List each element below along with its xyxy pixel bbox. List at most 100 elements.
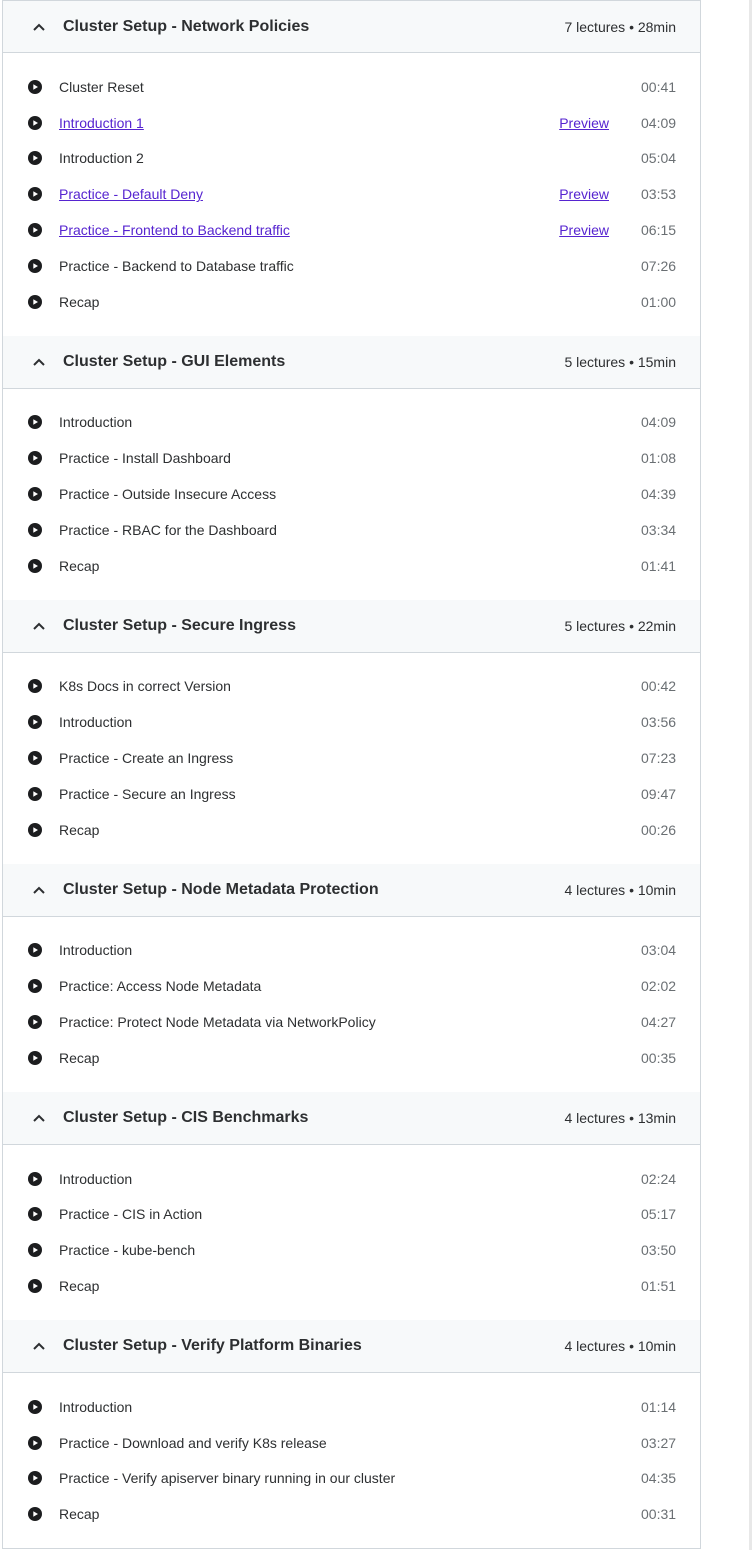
lecture-duration: 01:14 [641, 1398, 677, 1415]
lecture-title: Cluster Reset [59, 78, 144, 95]
lecture-duration: 07:23 [641, 750, 677, 767]
section-meta: 4 lectures • 10min [564, 881, 676, 898]
section-header[interactable]: Cluster Setup - CIS Benchmarks 4 lectures… [3, 1091, 700, 1145]
lecture-duration: 04:27 [641, 1014, 677, 1031]
lecture-title[interactable]: Practice - Default Deny [59, 186, 559, 202]
chevron-up-icon[interactable] [31, 19, 47, 35]
section-title: Cluster Setup - GUI Elements [63, 352, 286, 370]
chevron-up-icon[interactable] [31, 618, 47, 634]
lecture-title[interactable]: Practice - Frontend to Backend traffic [59, 222, 559, 238]
lecture-duration: 05:17 [641, 1206, 677, 1223]
section-meta: 4 lectures • 10min [564, 1337, 676, 1354]
lecture-duration: 07:26 [641, 257, 677, 274]
lecture-duration: 00:26 [641, 821, 677, 838]
lecture-title: K8s Docs in correct Version [59, 678, 231, 695]
lecture-title: Introduction [59, 1398, 133, 1415]
lecture-title[interactable]: Introduction 1 [59, 115, 559, 131]
play-circle-icon [28, 822, 42, 837]
section-meta: 5 lectures • 15min [564, 353, 676, 370]
lecture-item: Practice - CIS in Action 05:17 [3, 1197, 700, 1233]
lecture-title: Practice - Install Dashboard [59, 450, 231, 467]
lecture-list: Introduction 04:09 Practice - Install Dash… [3, 389, 700, 600]
section-header[interactable]: Cluster Setup - GUI Elements 5 lectures •… [3, 335, 700, 389]
preview-link[interactable]: Preview [559, 115, 609, 131]
lecture-item: Introduction 03:04 [3, 933, 700, 969]
lecture-item: Introduction 01:14 [3, 1389, 700, 1425]
chevron-up-icon[interactable] [31, 1110, 47, 1126]
chevron-up-icon[interactable] [31, 354, 47, 370]
lecture-item: Practice - Download and verify K8s relea… [3, 1425, 700, 1461]
lecture-duration: 03:50 [641, 1242, 677, 1259]
lecture-title: Introduction [59, 714, 133, 731]
lecture-title: Recap [59, 1049, 100, 1066]
lecture-duration: 01:00 [641, 293, 677, 310]
lecture-duration: 04:09 [641, 114, 677, 131]
lecture-duration: 01:08 [641, 450, 677, 467]
play-circle-icon [28, 679, 42, 694]
preview-link[interactable]: Preview [559, 222, 609, 238]
preview-link[interactable]: Preview [559, 186, 609, 202]
lecture-title: Practice - Create an Ingress [59, 750, 234, 767]
lecture-item: Recap 00:35 [3, 1040, 700, 1076]
lecture-duration: 03:34 [641, 521, 677, 538]
lecture-item: Practice - Backend to Database traffic 07… [3, 248, 700, 284]
lecture-list: Introduction 01:14 Practice - Download and… [3, 1373, 700, 1548]
lecture-title: Recap [59, 557, 100, 574]
lecture-duration: 00:31 [641, 1506, 677, 1523]
lecture-item: Recap 01:51 [3, 1268, 700, 1304]
play-circle-icon [28, 558, 42, 573]
lecture-duration: 02:24 [641, 1170, 677, 1187]
section-header[interactable]: Cluster Setup - Verify Platform Binaries… [3, 1319, 700, 1373]
lecture-item: Practice - RBAC for the Dashboard 03:34 [3, 512, 700, 548]
play-circle-icon [28, 1471, 42, 1486]
lecture-title: Recap [59, 293, 100, 310]
chevron-up-icon[interactable] [31, 882, 47, 898]
play-circle-icon [28, 115, 42, 130]
lecture-title: Introduction [59, 1170, 133, 1187]
section-title: Cluster Setup - Verify Platform Binaries [63, 1336, 362, 1354]
lecture-title: Recap [59, 1506, 100, 1523]
play-circle-icon [28, 187, 42, 202]
lecture-title: Practice - Verify apiserver binary runni… [59, 1470, 396, 1487]
section-header[interactable]: Cluster Setup - Network Policies 7 lectur… [3, 0, 700, 53]
play-circle-icon [28, 1399, 42, 1414]
lecture-duration: 00:42 [641, 678, 677, 695]
lecture-duration: 06:15 [641, 222, 677, 239]
lecture-item: Recap 01:00 [3, 284, 700, 320]
lecture-title: Introduction [59, 414, 133, 431]
lecture-title: Practice: Protect Node Metadata via Netw… [59, 1014, 376, 1031]
lecture-item: Practice - Install Dashboard 01:08 [3, 440, 700, 476]
play-circle-icon [28, 715, 42, 730]
lecture-list: K8s Docs in correct Version 00:42 Introduc… [3, 653, 700, 864]
play-circle-icon [28, 1507, 42, 1522]
lecture-title: Practice: Access Node Metadata [59, 978, 262, 995]
section-title: Cluster Setup - Network Policies [63, 17, 310, 35]
lecture-item: Practice - Secure an Ingress 09:47 [3, 776, 700, 812]
chevron-up-icon[interactable] [31, 1338, 47, 1354]
lecture-item: Recap 00:26 [3, 812, 700, 848]
lecture-title: Introduction [59, 942, 133, 959]
section-header[interactable]: Cluster Setup - Node Metadata Protection… [3, 863, 700, 917]
lecture-duration: 02:02 [641, 978, 677, 995]
lecture-duration: 04:09 [641, 414, 677, 431]
lecture-title: Practice - CIS in Action [59, 1206, 203, 1223]
lecture-item: Cluster Reset 00:41 [3, 69, 700, 105]
section-title: Cluster Setup - Node Metadata Protection [63, 880, 379, 898]
play-circle-icon [28, 943, 42, 958]
lecture-item[interactable]: Practice - Default Deny Preview 03:53 [3, 176, 700, 212]
lecture-item: Recap 00:31 [3, 1496, 700, 1532]
play-circle-icon [28, 751, 42, 766]
play-circle-icon [28, 415, 42, 430]
lecture-title: Practice - Secure an Ingress [59, 785, 236, 802]
lecture-duration: 03:04 [641, 942, 677, 959]
lecture-item[interactable]: Introduction 1 Preview 04:09 [3, 105, 700, 141]
play-circle-icon [28, 294, 42, 309]
lecture-item: Practice - Verify apiserver binary runni… [3, 1461, 700, 1497]
section-title: Cluster Setup - Secure Ingress [63, 616, 296, 634]
lecture-list: Introduction 02:24 Practice - CIS in Actio… [3, 1145, 700, 1320]
lecture-title: Practice - Outside Insecure Access [59, 486, 277, 503]
section-header[interactable]: Cluster Setup - Secure Ingress 5 lectures… [3, 599, 700, 653]
play-circle-icon [28, 1015, 42, 1030]
play-circle-icon [28, 1435, 42, 1450]
lecture-item[interactable]: Practice - Frontend to Backend traffic Pr… [3, 212, 700, 248]
